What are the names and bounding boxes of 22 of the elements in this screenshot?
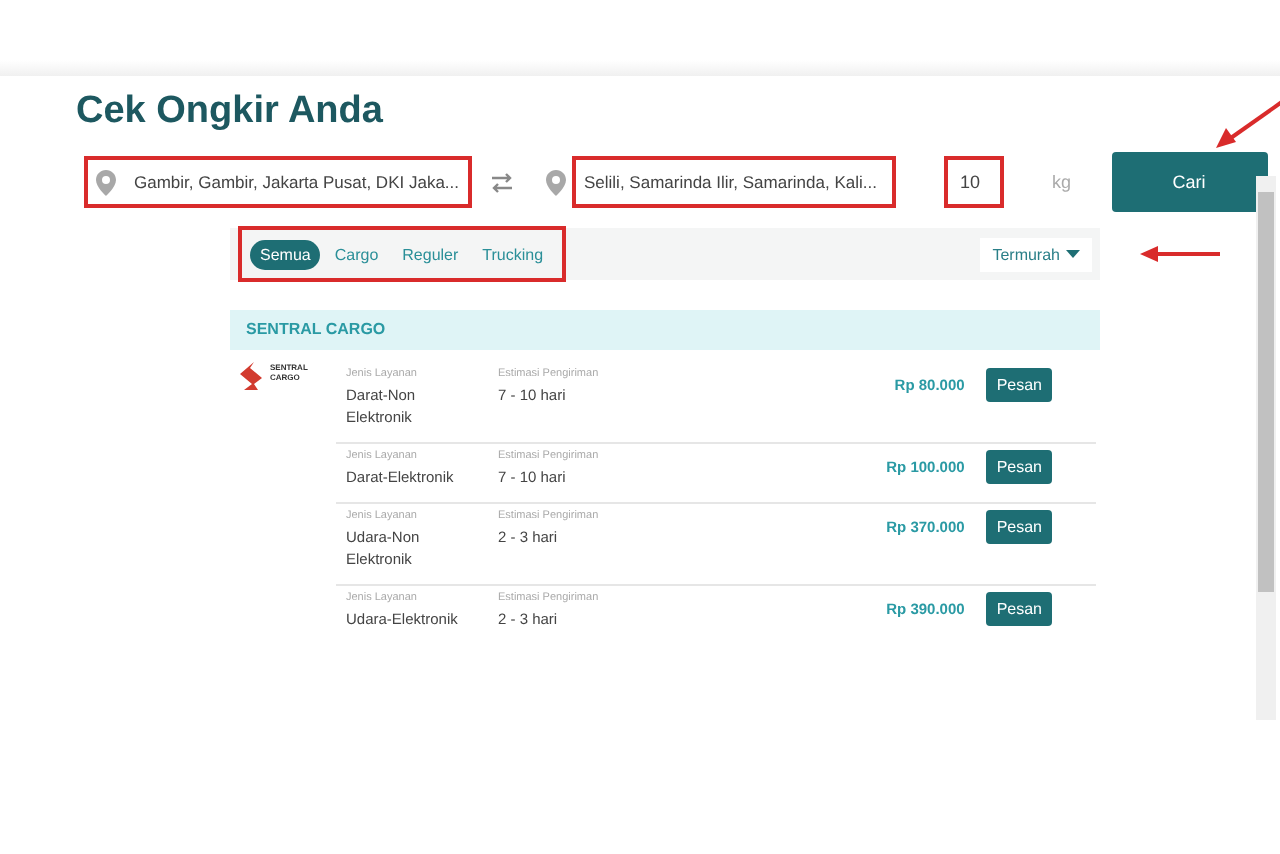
sort-dropdown[interactable]: Termurah — [980, 237, 1092, 271]
swap-icon — [490, 171, 514, 193]
filter-tab[interactable]: Cargo — [324, 239, 389, 269]
scrollbar-thumb[interactable] — [1258, 192, 1274, 592]
filter-tab[interactable]: Semua — [250, 239, 321, 269]
weight-unit: kg — [1052, 172, 1072, 192]
caret-icon — [1066, 250, 1080, 258]
page-title: Cek Ongkir Anda — [76, 88, 383, 136]
location-pin-icon — [546, 169, 566, 195]
location-pin-icon — [96, 169, 116, 195]
order-button[interactable]: Pesan — [986, 592, 1052, 626]
carrier-name: SENTRAL CARGO — [230, 310, 1100, 350]
filter-tab[interactable]: Trucking — [472, 239, 554, 269]
order-button[interactable]: Pesan — [986, 368, 1052, 402]
origin-field[interactable]: Gambir, Gambir, Jakarta Pusat, DKI Jaka... — [84, 156, 472, 208]
order-button[interactable]: Pesan — [986, 450, 1052, 484]
destination-field[interactable]: Selili, Samarinda Ilir, Samarinda, Kali... — [572, 156, 896, 208]
filter-tab[interactable]: Reguler — [392, 239, 469, 269]
scrollbar[interactable] — [1256, 176, 1276, 720]
weight-field[interactable]: 10 — [944, 156, 1004, 208]
search-button[interactable]: Cari — [1111, 152, 1268, 212]
order-button[interactable]: Pesan — [986, 510, 1052, 544]
